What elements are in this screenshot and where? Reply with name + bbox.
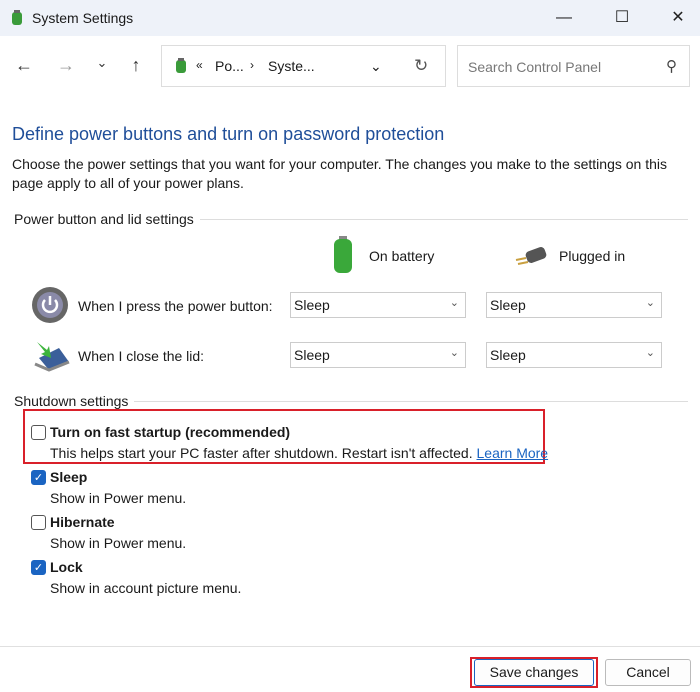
fast-startup-label: Turn on fast startup (recommended)	[50, 424, 291, 440]
address-bar[interactable]: « Po... › Syste... ⌄ ↻	[161, 45, 446, 87]
maximize-button[interactable]: ☐	[602, 6, 642, 30]
lock-checkbox[interactable]: ✓	[31, 560, 46, 575]
battery-icon	[334, 236, 352, 273]
laptop-lid-icon	[34, 342, 70, 372]
divider	[200, 219, 688, 220]
power-button-icon	[32, 287, 68, 323]
power-button-plugged-select[interactable]: Sleep ⌄	[486, 292, 662, 318]
hibernate-description: Show in Power menu.	[50, 535, 187, 551]
selected-value: Sleep	[490, 297, 526, 313]
breadcrumb-item[interactable]: Syste...	[268, 58, 315, 74]
refresh-icon[interactable]: ↻	[414, 56, 428, 76]
chevron-down-icon: ⌄	[449, 347, 459, 359]
section-title: Shutdown settings	[14, 393, 129, 409]
up-arrow-icon[interactable]: ↑	[125, 55, 147, 76]
breadcrumb-item[interactable]: Po...	[215, 58, 244, 74]
plug-icon	[515, 247, 547, 265]
column-on-battery: On battery	[369, 248, 435, 264]
lock-label: Lock	[50, 559, 83, 575]
page-description: Choose the power settings that you want …	[12, 156, 668, 191]
fast-startup-description: This helps start your PC faster after sh…	[50, 445, 548, 461]
breadcrumb-overflow[interactable]: «	[196, 58, 203, 72]
search-input[interactable]: Search Control Panel ⚲	[457, 45, 690, 87]
chevron-down-icon: ⌄	[645, 297, 655, 309]
forward-arrow-icon[interactable]: →	[55, 55, 77, 76]
lid-plugged-select[interactable]: Sleep ⌄	[486, 342, 662, 368]
lid-battery-select[interactable]: Sleep ⌄	[290, 342, 466, 368]
chevron-down-icon: ⌄	[449, 297, 459, 309]
power-button-battery-select[interactable]: Sleep ⌄	[290, 292, 466, 318]
selected-value: Sleep	[294, 347, 330, 363]
breadcrumb-separator-icon: ›	[250, 58, 254, 72]
hibernate-label: Hibernate	[50, 514, 115, 530]
divider	[134, 401, 688, 402]
selected-value: Sleep	[490, 347, 526, 363]
description-text: This helps start your PC faster after sh…	[50, 445, 473, 461]
sleep-description: Show in Power menu.	[50, 490, 187, 506]
fast-startup-checkbox[interactable]	[31, 425, 46, 440]
recent-chevron-icon[interactable]: ⌄	[91, 55, 113, 71]
close-button[interactable]: ✕	[658, 6, 698, 30]
selected-value: Sleep	[294, 297, 330, 313]
lid-label: When I close the lid:	[78, 348, 205, 364]
power-button-label: When I press the power button:	[78, 298, 273, 314]
power-options-icon	[12, 10, 22, 25]
address-dropdown-icon[interactable]: ⌄	[370, 58, 382, 75]
power-options-icon	[176, 58, 186, 73]
window-title: System Settings	[32, 10, 134, 26]
sleep-checkbox[interactable]: ✓	[31, 470, 46, 485]
cancel-button[interactable]: Cancel	[605, 659, 691, 686]
footer-divider	[0, 646, 700, 647]
lock-description: Show in account picture menu.	[50, 580, 242, 596]
sleep-label: Sleep	[50, 469, 88, 485]
search-icon[interactable]: ⚲	[666, 57, 677, 75]
minimize-button[interactable]: —	[544, 6, 584, 30]
learn-more-link[interactable]: Learn More	[477, 445, 549, 461]
title-bar: System Settings — ☐ ✕	[0, 0, 700, 36]
page-title: Define power buttons and turn on passwor…	[12, 124, 445, 144]
section-title: Power button and lid settings	[14, 211, 194, 227]
chevron-down-icon: ⌄	[645, 347, 655, 359]
save-changes-button[interactable]: Save changes	[474, 659, 594, 686]
hibernate-checkbox[interactable]	[31, 515, 46, 530]
search-placeholder: Search Control Panel	[468, 59, 602, 75]
back-arrow-icon[interactable]: ←	[13, 55, 35, 76]
column-plugged-in: Plugged in	[559, 248, 626, 264]
